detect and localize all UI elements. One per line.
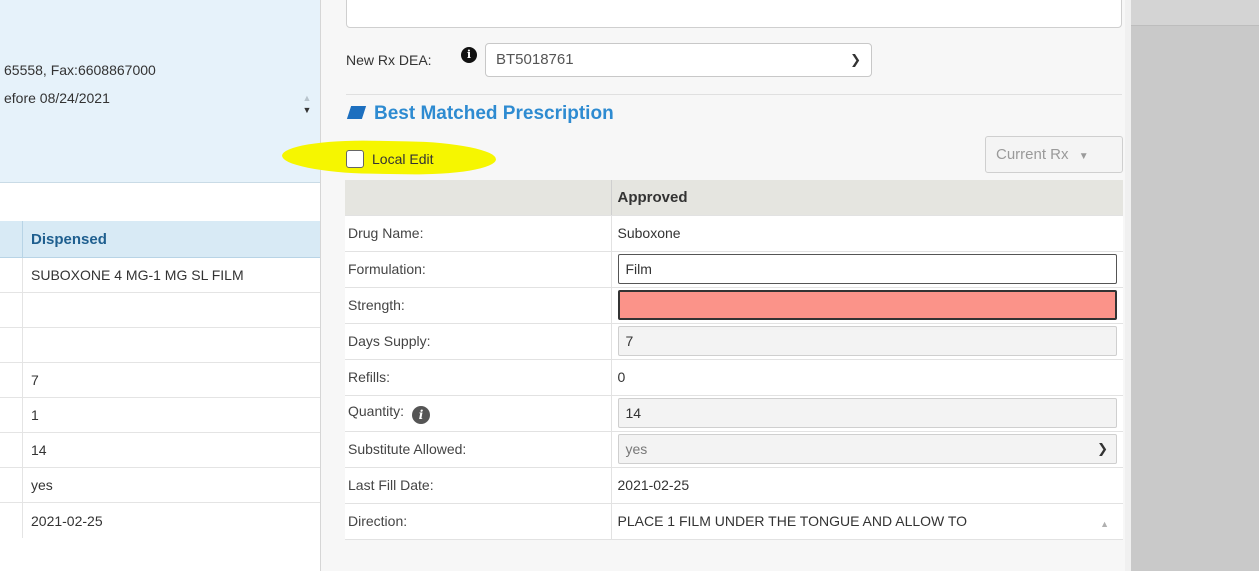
dispensed-cell: 14 [31,442,47,458]
table-row: Days Supply: 7 [345,323,1123,360]
dea-select[interactable]: BT5018761 ❯ [485,43,872,77]
substitute-select[interactable]: yes ❯ [617,434,1117,464]
divider [346,94,1122,95]
contact-line: 65558, Fax:6608867000 [4,62,156,78]
info-icon[interactable]: i [412,405,431,424]
table-row: Quantity: i 14 [345,395,1123,432]
quantity-label-cell: Quantity: i [345,395,612,432]
section-marker-icon [346,106,367,119]
table-row [0,328,320,363]
table-row: 2021-02-25 [0,503,320,538]
days-supply-input[interactable]: 7 [617,326,1117,356]
dispensed-cell: SUBOXONE 4 MG-1 MG SL FILM [31,267,244,283]
strength-label: Strength: [345,287,612,324]
quantity-input[interactable]: 14 [617,398,1117,428]
info-icon[interactable]: i [461,47,477,63]
dispensed-table: Dispensed SUBOXONE 4 MG-1 MG SL FILM 7 1… [0,221,320,538]
table-row: 1 [0,398,320,433]
checkbox-icon[interactable] [346,150,364,168]
chevron-down-icon: ❯ [850,52,861,67]
dispensed-cell: 2021-02-25 [31,512,103,529]
days-supply-label: Days Supply: [345,323,612,360]
table-row: Strength: [345,287,1123,324]
caret-down-icon: ▼ [1078,151,1089,162]
local-edit-checkbox[interactable]: Local Edit [346,150,433,168]
table-row: Formulation: Film [345,251,1123,288]
strength-input[interactable] [617,290,1117,320]
table-row [0,293,320,328]
table-header-row: Approved [345,180,1123,216]
drug-name-label: Drug Name: [345,215,612,252]
formulation-input[interactable]: Film [617,254,1117,284]
dea-select-value: BT5018761 [496,51,574,68]
table-row: 14 [0,433,320,468]
backdrop-overlay [1131,0,1259,571]
current-rx-dropdown[interactable]: Current Rx ▼ [985,136,1123,173]
refills-value: 0 [611,359,1123,396]
scroll-up-icon[interactable]: ▲ [300,92,314,104]
approved-header: Approved [611,180,1123,216]
patient-info-panel: 65558, Fax:6608867000 efore 08/24/2021 ▲… [0,0,320,183]
dea-label: New Rx DEA: [346,52,432,68]
prescription-table: Approved Drug Name: Suboxone Formulation… [345,180,1123,540]
formulation-label: Formulation: [345,251,612,288]
direction-text: PLACE 1 FILM UNDER THE TONGUE AND ALLOW … [617,513,968,529]
info-scroll[interactable]: ▲ ▼ [300,92,314,116]
table-row: Last Fill Date: 2021-02-25 [345,467,1123,504]
table-row: Refills: 0 [345,359,1123,396]
dispensed-header-row: Dispensed [0,221,320,258]
date-line: efore 08/24/2021 [4,90,110,106]
dispensed-cell: 7 [31,372,39,388]
notes-textarea[interactable] [346,0,1122,28]
drug-name-value: Suboxone [611,215,1123,252]
dispensed-cell: 1 [31,407,39,423]
section-title: Best Matched Prescription [346,103,614,125]
substitute-value: yes [625,441,648,457]
substitute-label: Substitute Allowed: [345,431,612,468]
scroll-down-icon[interactable]: ▼ [300,104,314,116]
chevron-down-icon: ❯ [1097,441,1108,456]
last-fill-label: Last Fill Date: [345,467,612,504]
dispensed-header: Dispensed [31,230,107,248]
local-edit-label: Local Edit [372,151,434,167]
refills-label: Refills: [345,359,612,396]
table-row: SUBOXONE 4 MG-1 MG SL FILM [0,258,320,293]
table-row: yes [0,468,320,503]
quantity-label: Quantity: [348,402,405,419]
table-row: Substitute Allowed: yes ❯ [345,431,1123,468]
scroll-up-icon[interactable]: ▲ [1100,519,1109,529]
table-row: Drug Name: Suboxone [345,215,1123,252]
table-row: 7 [0,363,320,398]
current-rx-label: Current Rx [996,146,1069,163]
table-row: Direction: PLACE 1 FILM UNDER THE TONGUE… [345,503,1124,540]
direction-textarea[interactable]: PLACE 1 FILM UNDER THE TONGUE AND ALLOW … [618,513,1124,529]
last-fill-value: 2021-02-25 [611,467,1123,504]
direction-label: Direction: [345,503,612,540]
dispensed-cell: yes [31,477,53,493]
